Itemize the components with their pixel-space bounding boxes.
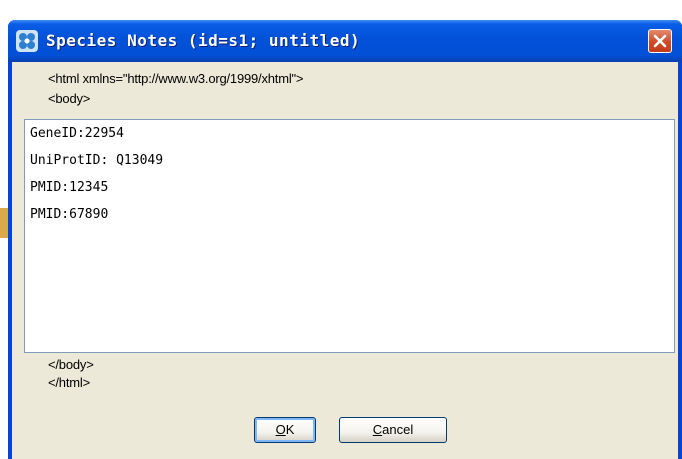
ok-mnemonic: O [275,422,286,437]
notes-editor[interactable]: GeneID:22954 UniProtID: Q13049 PMID:1234… [24,119,675,353]
note-line: GeneID:22954 [30,126,124,141]
title-bar[interactable]: Species Notes (id=s1; untitled) [8,20,682,62]
cancel-mnemonic: C [372,422,383,437]
app-icon [16,30,38,52]
html-open-tag: <html xmlns="http://www.w3.org/1999/xhtm… [48,71,304,86]
background-window-edge [0,208,8,238]
ok-button[interactable]: OK [254,417,316,443]
ok-label: K [285,422,295,437]
body-open-tag: <body> [48,91,91,106]
dialog-client-area: <html xmlns="http://www.w3.org/1999/xhtm… [12,62,678,459]
note-line: UniProtID: Q13049 [30,153,164,168]
html-close-tag: </html> [48,375,90,390]
body-close-tag: </body> [48,357,94,372]
window-title: Species Notes (id=s1; untitled) [46,31,361,50]
note-line: PMID:12345 [30,180,109,195]
close-button[interactable] [648,29,672,53]
species-notes-dialog: Species Notes (id=s1; untitled) <html xm… [8,20,682,459]
note-line: PMID:67890 [30,207,109,222]
cancel-label: ancel [382,422,414,437]
close-icon [653,34,667,48]
cancel-button[interactable]: Cancel [339,417,447,443]
